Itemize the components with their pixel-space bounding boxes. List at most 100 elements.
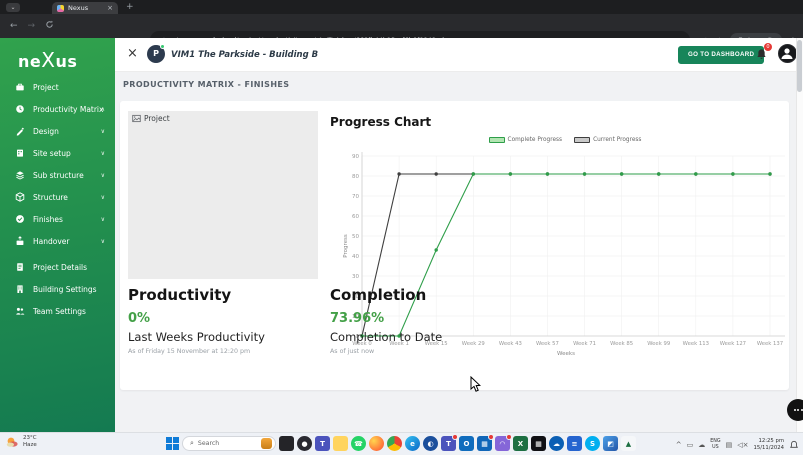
mouse-cursor xyxy=(470,376,482,393)
chevron-down-icon: ∨ xyxy=(101,238,105,245)
cloud-app-icon[interactable]: ☁ xyxy=(549,436,564,451)
store-app-icon[interactable]: ▦ xyxy=(531,436,546,451)
page-title-band: PRODUCTIVITY MATRIX - FINISHES xyxy=(115,72,796,97)
completion-value: 73.96% xyxy=(330,311,530,326)
svg-text:Week 57: Week 57 xyxy=(536,341,559,347)
excel-icon[interactable]: X xyxy=(513,436,528,451)
productivity-heading: Productivity xyxy=(128,286,323,304)
forward-icon[interactable]: → xyxy=(28,21,36,31)
notification-badge: 0 xyxy=(764,43,772,51)
pen-icon xyxy=(15,126,25,136)
sidebar-item-project-details[interactable]: Project Details xyxy=(0,256,115,278)
sidebar-item-label: Productivity Matrix xyxy=(33,105,103,114)
chevron-down-icon: ∨ xyxy=(101,194,105,201)
sidebar-item-label: Sub structure xyxy=(33,171,84,180)
page-scrollbar[interactable] xyxy=(796,38,803,432)
teams-badge-icon[interactable]: T xyxy=(441,436,456,451)
teams-icon[interactable]: T xyxy=(315,436,330,451)
sidebar-item-team-settings[interactable]: Team Settings xyxy=(0,300,115,322)
taskbar-search[interactable]: ⌕ Search xyxy=(182,436,276,451)
terminal-icon[interactable] xyxy=(279,436,294,451)
edge-icon[interactable]: e xyxy=(405,436,420,451)
tab-title: Nexus xyxy=(68,4,103,12)
completion-block: Completion 73.96% Completion to Date As … xyxy=(330,286,530,355)
todo-app-icon[interactable]: ≡ xyxy=(567,436,582,451)
productivity-value: 0% xyxy=(128,311,323,326)
search-icon: ⌕ xyxy=(190,439,194,448)
chart-app-icon[interactable]: ▲ xyxy=(621,436,636,451)
tab-close-icon[interactable]: × xyxy=(107,4,113,12)
favicon-icon xyxy=(57,5,64,12)
sidebar-item-label: Team Settings xyxy=(33,307,86,316)
whatsapp-icon[interactable]: ☎ xyxy=(351,436,366,451)
touch-keyboard-icon[interactable]: ▤ xyxy=(726,441,733,449)
svg-text:Week 127: Week 127 xyxy=(720,341,746,347)
chrome-icon[interactable] xyxy=(387,436,402,451)
productivity-matrix-card: Project Productivity 0% Last Weeks Produ… xyxy=(120,101,789,390)
weather-widget[interactable]: 23°C Haze xyxy=(5,435,37,449)
user-avatar[interactable] xyxy=(778,44,797,63)
notification-center-icon[interactable] xyxy=(789,440,799,450)
sidebar-item-label: Finishes xyxy=(33,215,63,224)
skype-icon[interactable]: S xyxy=(585,436,600,451)
photos-app-icon[interactable]: ◩ xyxy=(603,436,618,451)
image-alt-text: Project xyxy=(144,114,170,123)
close-icon[interactable]: × xyxy=(127,46,138,61)
back-icon[interactable]: ← xyxy=(10,21,18,31)
site-icon xyxy=(15,148,25,158)
sidebar-item-label: Structure xyxy=(33,193,68,202)
new-tab-button[interactable]: + xyxy=(126,3,134,12)
sidebar-item-label: Design xyxy=(33,127,59,136)
page-title: PRODUCTIVITY MATRIX - FINISHES xyxy=(123,80,289,89)
go-to-dashboard-button[interactable]: GO TO DASHBOARD xyxy=(678,46,764,64)
broken-image-icon xyxy=(132,114,141,123)
sidebar-item-sub-structure[interactable]: Sub structure∨ xyxy=(0,164,115,186)
loop-icon[interactable]: ◠ xyxy=(495,436,510,451)
chat-fab-button[interactable] xyxy=(787,399,803,421)
sidebar-item-label: Project Details xyxy=(33,263,87,272)
chart-title: Progress Chart xyxy=(330,115,431,129)
svg-text:Weeks: Weeks xyxy=(557,351,575,357)
app-window: neXus ProjectProductivity Matrix∧Design∨… xyxy=(0,38,803,432)
project-image-placeholder: Project xyxy=(128,111,318,279)
sidebar-item-label: Building Settings xyxy=(33,285,97,294)
browser-circle-icon[interactable]: ◐ xyxy=(423,436,438,451)
volume-muted-icon[interactable]: ◁× xyxy=(737,441,748,449)
productivity-asof: As of Friday 15 November at 12:20 pm xyxy=(128,348,323,355)
briefcase-icon xyxy=(15,82,25,92)
tray-cloud-icon[interactable]: ☁ xyxy=(698,441,705,449)
reload-icon[interactable] xyxy=(45,20,54,32)
svg-text:40: 40 xyxy=(352,254,359,260)
language-switcher[interactable]: ENG US xyxy=(710,439,720,450)
sidebar-item-building-settings[interactable]: Building Settings xyxy=(0,278,115,300)
chevron-down-icon: ∨ xyxy=(101,216,105,223)
sidebar-item-finishes[interactable]: Finishes ∨ xyxy=(0,208,115,230)
team-icon xyxy=(15,306,25,316)
svg-text:Week 85: Week 85 xyxy=(610,341,633,347)
tray-device-icon[interactable]: ▭ xyxy=(687,441,694,449)
hidden-icons-chevron[interactable]: ^ xyxy=(676,441,682,449)
sidebar-item-label: Site setup xyxy=(33,149,71,158)
sidebar-item-handover[interactable]: Handover∨ xyxy=(0,230,115,252)
sidebar-item-structure[interactable]: Structure ∨ xyxy=(0,186,115,208)
sidebar-item-design[interactable]: Design∨ xyxy=(0,120,115,142)
sidebar-item-project[interactable]: Project xyxy=(0,76,115,98)
tab-search-button[interactable]: ⌄ xyxy=(6,3,20,12)
start-button[interactable] xyxy=(165,437,179,451)
svg-text:90: 90 xyxy=(352,154,359,160)
sidebar-item-label: Project xyxy=(33,83,59,92)
firefox-icon[interactable] xyxy=(369,436,384,451)
sidebar-item-site-setup[interactable]: Site setup∨ xyxy=(0,142,115,164)
browser-tab[interactable]: Nexus × xyxy=(52,2,118,14)
browser-tabstrip: ⌄ Nexus × + xyxy=(0,0,803,14)
outlook-calendar-icon[interactable]: ▦ xyxy=(477,436,492,451)
camera-app-icon[interactable]: ● xyxy=(297,436,312,451)
tray-clock[interactable]: 12:25 pm 15/11/2024 xyxy=(753,438,784,451)
search-daily-icon xyxy=(261,438,272,449)
outlook-icon[interactable]: O xyxy=(459,436,474,451)
notification-bell-icon[interactable]: 0 xyxy=(755,46,771,62)
completion-heading: Completion xyxy=(330,286,530,304)
search-placeholder: Search xyxy=(198,440,257,447)
sidebar-item-productivity-matrix[interactable]: Productivity Matrix∧ xyxy=(0,98,115,120)
file-explorer-icon[interactable] xyxy=(333,436,348,451)
